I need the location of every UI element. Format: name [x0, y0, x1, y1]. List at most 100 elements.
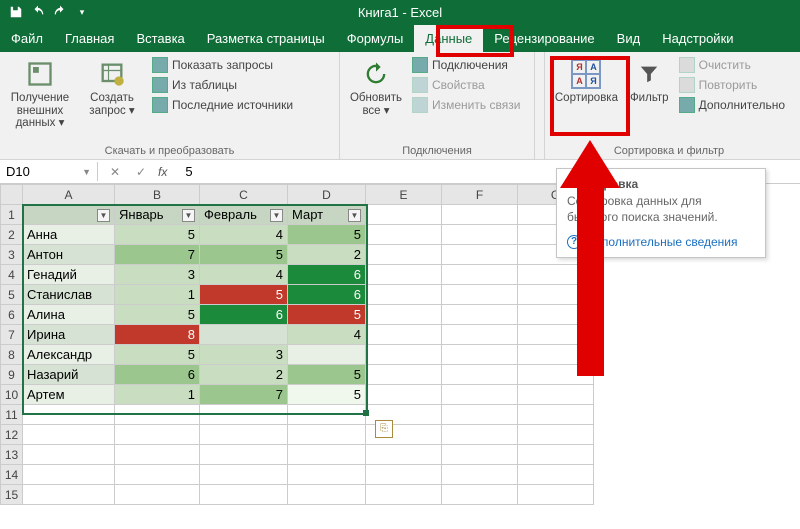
table-cell[interactable]: Алина — [23, 305, 115, 325]
table-cell[interactable]: 5 — [288, 305, 366, 325]
sort-button[interactable]: ЯААЯ Сортировка — [551, 56, 622, 107]
table-header[interactable]: Январь▼ — [115, 205, 200, 225]
select-all-button[interactable] — [1, 185, 23, 205]
row-header[interactable]: 4 — [1, 265, 23, 285]
col-header-C[interactable]: C — [200, 185, 288, 205]
smart-tag-icon[interactable]: ⎘ — [375, 420, 393, 438]
table-cell[interactable]: 5 — [115, 305, 200, 325]
filter-dropdown-icon[interactable]: ▼ — [97, 209, 110, 222]
tab-addins[interactable]: Надстройки — [651, 25, 744, 52]
get-external-data-button[interactable]: Получение внешних данных ▾ — [6, 56, 74, 132]
row-header[interactable]: 13 — [1, 445, 23, 465]
table-header[interactable]: ▼ — [23, 205, 115, 225]
col-header-E[interactable]: E — [366, 185, 442, 205]
table-header[interactable]: Февраль▼ — [200, 205, 288, 225]
tooltip-more-link[interactable]: ? Дополнительные сведения — [567, 235, 755, 249]
fx-icon[interactable]: fx — [158, 165, 167, 179]
table-cell[interactable]: 5 — [288, 365, 366, 385]
advanced-icon — [679, 97, 695, 113]
table-cell[interactable]: 4 — [288, 325, 366, 345]
row-header[interactable]: 14 — [1, 465, 23, 485]
row-header[interactable]: 12 — [1, 425, 23, 445]
advanced-filter-button[interactable]: Дополнительно — [677, 96, 787, 114]
tab-data[interactable]: Данные — [414, 25, 483, 52]
filter-button[interactable]: Фильтр — [626, 56, 673, 107]
formula-input[interactable]: 5 — [175, 164, 192, 179]
tab-insert[interactable]: Вставка — [125, 25, 195, 52]
table-cell[interactable]: Назарий — [23, 365, 115, 385]
table-cell[interactable]: 3 — [115, 265, 200, 285]
tab-home[interactable]: Главная — [54, 25, 125, 52]
row-header[interactable]: 10 — [1, 385, 23, 405]
col-header-F[interactable]: F — [442, 185, 518, 205]
table-header[interactable]: Март▼ — [288, 205, 366, 225]
table-cell[interactable]: 5 — [115, 345, 200, 365]
table-cell[interactable]: 3 — [200, 345, 288, 365]
show-queries-button[interactable]: Показать запросы — [150, 56, 295, 74]
table-cell[interactable]: 4 — [200, 225, 288, 245]
table-cell[interactable]: 4 — [200, 265, 288, 285]
save-icon[interactable] — [6, 2, 26, 22]
row-header[interactable]: 2 — [1, 225, 23, 245]
table-cell[interactable]: 1 — [115, 385, 200, 405]
table-cell[interactable]: 5 — [200, 245, 288, 265]
col-header-B[interactable]: B — [115, 185, 200, 205]
external-data-icon — [24, 58, 56, 90]
table-cell[interactable] — [200, 325, 288, 345]
table-cell[interactable]: Ирина — [23, 325, 115, 345]
row-header[interactable]: 5 — [1, 285, 23, 305]
table-cell[interactable]: 5 — [200, 285, 288, 305]
filter-dropdown-icon[interactable]: ▼ — [270, 209, 283, 222]
table-cell[interactable]: 1 — [115, 285, 200, 305]
row-header[interactable]: 7 — [1, 325, 23, 345]
row-header[interactable]: 1 — [1, 205, 23, 225]
table-cell[interactable]: Александр — [23, 345, 115, 365]
row-header[interactable]: 9 — [1, 365, 23, 385]
table-cell[interactable]: 6 — [115, 365, 200, 385]
table-cell[interactable]: 5 — [115, 225, 200, 245]
from-table-button[interactable]: Из таблицы — [150, 76, 295, 94]
row-header[interactable]: 15 — [1, 485, 23, 505]
col-header-A[interactable]: A — [23, 185, 115, 205]
table-cell[interactable]: Артем — [23, 385, 115, 405]
table-cell[interactable]: Станислав — [23, 285, 115, 305]
tab-page-layout[interactable]: Разметка страницы — [196, 25, 336, 52]
tab-formulas[interactable]: Формулы — [336, 25, 415, 52]
table-cell[interactable]: 7 — [200, 385, 288, 405]
new-query-button[interactable]: Создать запрос ▾ — [78, 56, 146, 119]
tab-review[interactable]: Рецензирование — [483, 25, 605, 52]
table-cell[interactable]: 6 — [288, 265, 366, 285]
table-cell[interactable]: 2 — [288, 245, 366, 265]
table-cell[interactable]: Генадий — [23, 265, 115, 285]
refresh-all-button[interactable]: Обновить все ▾ — [346, 56, 406, 119]
table-cell[interactable]: 7 — [115, 245, 200, 265]
column-headers[interactable]: A B C D E F G — [1, 185, 594, 205]
table-cell[interactable]: 6 — [288, 285, 366, 305]
redo-icon[interactable] — [50, 2, 70, 22]
table-cell[interactable]: Антон — [23, 245, 115, 265]
table-cell[interactable]: 8 — [115, 325, 200, 345]
table-cell[interactable] — [288, 345, 366, 365]
recent-sources-button[interactable]: Последние источники — [150, 96, 295, 114]
table-cell[interactable]: Анна — [23, 225, 115, 245]
table-cell[interactable]: 5 — [288, 385, 366, 405]
row-header[interactable]: 11 — [1, 405, 23, 425]
name-box[interactable]: D10▼ — [0, 162, 98, 181]
col-header-D[interactable]: D — [288, 185, 366, 205]
row-header[interactable]: 8 — [1, 345, 23, 365]
undo-icon[interactable] — [28, 2, 48, 22]
filter-dropdown-icon[interactable]: ▼ — [348, 209, 361, 222]
table-cell[interactable]: 5 — [288, 225, 366, 245]
tab-file[interactable]: Файл — [0, 25, 54, 52]
qat-dropdown-icon[interactable]: ▾ — [72, 2, 92, 22]
group-label-connections: Подключения — [346, 143, 528, 159]
filter-dropdown-icon[interactable]: ▼ — [182, 209, 195, 222]
table-cell[interactable]: 2 — [200, 365, 288, 385]
name-box-dropdown-icon[interactable]: ▼ — [82, 167, 91, 177]
table-cell[interactable]: 6 — [200, 305, 288, 325]
connections-button[interactable]: Подключения — [410, 56, 522, 74]
reapply-icon — [679, 77, 695, 93]
row-header[interactable]: 3 — [1, 245, 23, 265]
row-header[interactable]: 6 — [1, 305, 23, 325]
tab-view[interactable]: Вид — [606, 25, 652, 52]
